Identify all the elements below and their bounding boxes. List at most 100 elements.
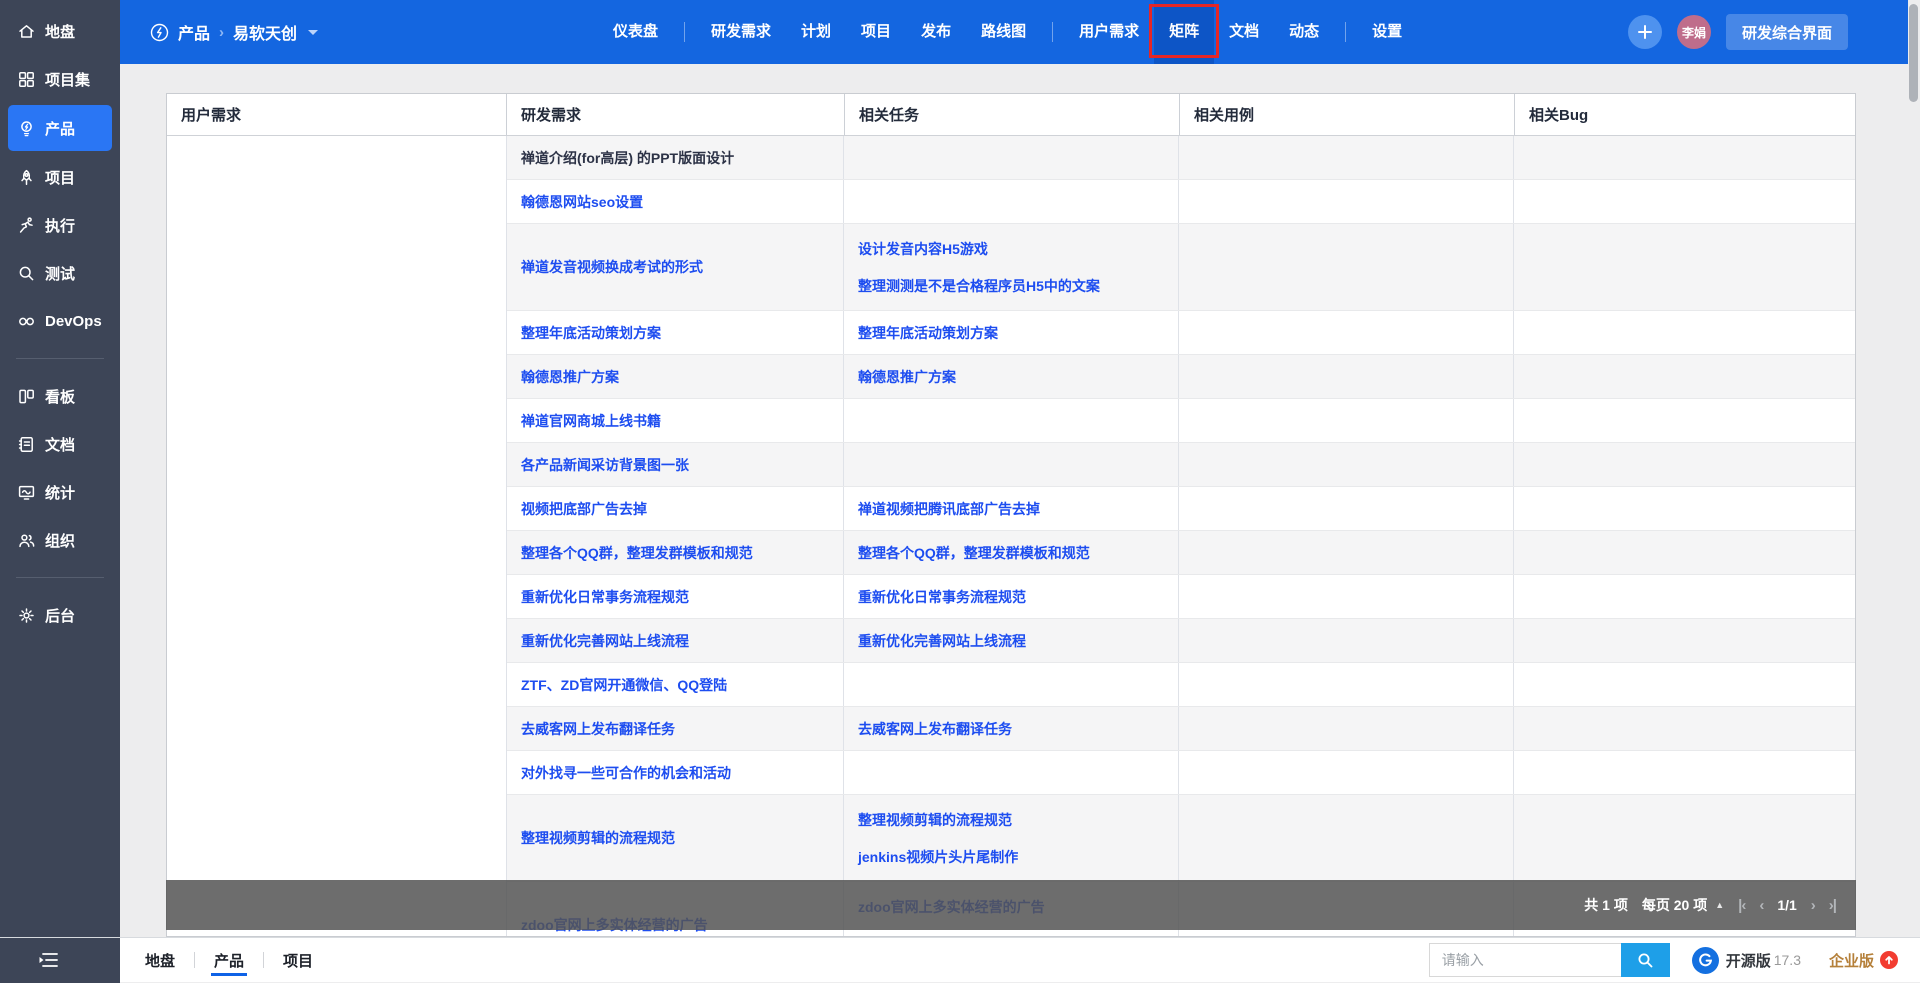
story-link[interactable]: 重新优化日常事务流程规范 (521, 587, 829, 607)
task-link[interactable]: 设计发音内容H5游戏 (858, 239, 1164, 259)
sidebar-item-label: 文档 (45, 434, 75, 455)
story-link[interactable]: 翰德恩网站seo设置 (521, 192, 829, 212)
bottom-bar: 地盘产品项目 开源版 17.3 企业版 (0, 937, 1920, 982)
sidebar-item-后台[interactable]: 后台 (0, 591, 120, 639)
nav-item-发布[interactable]: 发布 (906, 0, 966, 64)
bug-cell (1514, 443, 1855, 486)
prev-page-button[interactable]: ‹ (1759, 897, 1763, 914)
table-row: 视频把底部广告去掉 禅道视频把腾讯底部广告去掉 (507, 487, 1855, 531)
tab-项目[interactable]: 项目 (264, 938, 332, 983)
next-page-button[interactable]: › (1811, 897, 1815, 914)
task-cell: 重新优化完善网站上线流程 (844, 619, 1179, 662)
horizontal-scrollbar-overlay[interactable]: 共 1 项 每页 20 项 ▲ |‹ ‹ 1/1 › ›| (166, 880, 1856, 930)
nav-item-计划[interactable]: 计划 (786, 0, 846, 64)
nav-item-设置[interactable]: 设置 (1357, 0, 1417, 64)
nav-item-用户需求[interactable]: 用户需求 (1064, 0, 1154, 64)
gear-icon (17, 606, 36, 625)
task-link[interactable]: 去威客网上发布翻译任务 (858, 719, 1164, 739)
table-row: 对外找寻一些可合作的机会和活动 (507, 751, 1855, 795)
last-page-button[interactable]: ›| (1829, 897, 1836, 914)
nav-item-仪表盘[interactable]: 仪表盘 (598, 0, 673, 64)
story-link[interactable]: 整理视频剪辑的流程规范 (521, 828, 829, 848)
table-row: 重新优化日常事务流程规范 重新优化日常事务流程规范 (507, 575, 1855, 619)
sidebar-item-label: 看板 (45, 386, 75, 407)
tab-label: 项目 (283, 950, 313, 971)
sidebar-item-DevOps[interactable]: DevOps (0, 297, 120, 345)
case-cell (1179, 619, 1514, 662)
story-link[interactable]: 禅道官网商城上线书籍 (521, 411, 829, 431)
table-row: 禅道官网商城上线书籍 (507, 399, 1855, 443)
story-link[interactable]: 禅道发音视频换成考试的形式 (521, 257, 829, 277)
search-button[interactable] (1621, 943, 1670, 977)
case-cell (1179, 751, 1514, 794)
story-link[interactable]: 整理年底活动策划方案 (521, 323, 829, 343)
task-link[interactable]: linux持续集成视频发布各平台 (858, 934, 1164, 937)
sidebar-item-统计[interactable]: 统计 (0, 468, 120, 516)
case-cell (1179, 399, 1514, 442)
sidebar-item-文档[interactable]: 文档 (0, 420, 120, 468)
user-avatar[interactable]: 李娟 (1677, 15, 1711, 49)
tab-label: 地盘 (145, 950, 175, 971)
pagination-per-page[interactable]: 每页 20 项 (1642, 895, 1707, 915)
sidebar-item-产品[interactable]: 产品 (8, 105, 112, 151)
story-link[interactable]: 去威客网上发布翻译任务 (521, 719, 829, 739)
create-button[interactable] (1628, 15, 1662, 49)
task-link[interactable]: 重新优化日常事务流程规范 (858, 587, 1164, 607)
breadcrumb-product-switcher[interactable]: 易软天创 (233, 20, 297, 44)
nav-item-动态[interactable]: 动态 (1274, 0, 1334, 64)
story-link[interactable]: 重新优化完善网站上线流程 (521, 631, 829, 651)
menu-fold-icon (38, 950, 60, 970)
sidebar-item-执行[interactable]: 执行 (0, 201, 120, 249)
bottom-bar-right: 开源版 17.3 企业版 (1429, 943, 1898, 977)
vertical-scrollbar-thumb[interactable] (1909, 4, 1918, 102)
nav-item-项目[interactable]: 项目 (846, 0, 906, 64)
nav-item-矩阵[interactable]: 矩阵 (1154, 0, 1214, 64)
sidebar-item-项目[interactable]: 项目 (0, 153, 120, 201)
caret-up-icon[interactable]: ▲ (1715, 900, 1724, 910)
case-cell (1179, 663, 1514, 706)
task-cell (844, 663, 1179, 706)
task-link[interactable]: 禅道视频把腾讯底部广告去掉 (858, 499, 1164, 519)
task-link[interactable]: 整理测测是不是合格程序员H5中的文案 (858, 276, 1164, 296)
column-header-研发需求: 研发需求 (507, 94, 845, 135)
column-header-相关Bug: 相关Bug (1515, 94, 1855, 135)
story-link[interactable]: ZTF、ZD官网开通微信、QQ登陆 (521, 675, 829, 695)
workbench-button[interactable]: 研发综合界面 (1726, 14, 1848, 50)
nav-divider (684, 22, 685, 42)
plus-icon (1637, 24, 1653, 40)
first-page-button[interactable]: |‹ (1738, 897, 1745, 914)
story-link[interactable]: 对外找寻一些可合作的机会和活动 (521, 763, 829, 783)
bug-cell (1514, 619, 1855, 662)
nav-item-路线图[interactable]: 路线图 (966, 0, 1041, 64)
story-link[interactable]: 视频把底部广告去掉 (521, 499, 829, 519)
task-link[interactable]: 整理视频剪辑的流程规范 (858, 810, 1164, 830)
story-link[interactable]: 翰德恩推广方案 (521, 367, 829, 387)
task-link[interactable]: 翰德恩推广方案 (858, 367, 1164, 387)
task-link[interactable]: 重新优化完善网站上线流程 (858, 631, 1164, 651)
story-link[interactable]: 各产品新闻采访背景图一张 (521, 455, 829, 475)
task-link[interactable]: 整理年底活动策划方案 (858, 323, 1164, 343)
bug-cell (1514, 575, 1855, 618)
sidebar-item-测试[interactable]: 测试 (0, 249, 120, 297)
zentao-brand[interactable]: 开源版 17.3 (1692, 947, 1801, 974)
tab-产品[interactable]: 产品 (195, 938, 263, 983)
sidebar-item-组织[interactable]: 组织 (0, 516, 120, 564)
nav-item-研发需求[interactable]: 研发需求 (696, 0, 786, 64)
upgrade-link[interactable]: 企业版 (1829, 950, 1898, 971)
case-cell (1179, 707, 1514, 750)
breadcrumb-section[interactable]: 产品 (178, 20, 210, 44)
nav-divider (1052, 22, 1053, 42)
nav-item-文档[interactable]: 文档 (1214, 0, 1274, 64)
task-link[interactable]: 整理各个QQ群，整理发群模板和规范 (858, 543, 1164, 563)
story-link[interactable]: 整理各个QQ群，整理发群模板和规范 (521, 543, 829, 563)
sidebar-item-看板[interactable]: 看板 (0, 372, 120, 420)
sidebar-collapse-button[interactable] (0, 937, 120, 982)
search-input[interactable] (1429, 943, 1621, 977)
tab-地盘[interactable]: 地盘 (126, 938, 194, 983)
breadcrumb[interactable]: 产品 › 易软天创 (150, 20, 318, 44)
sidebar-item-地盘[interactable]: 地盘 (0, 7, 120, 55)
upgrade-label[interactable]: 企业版 (1829, 950, 1874, 971)
task-cell: 翰德恩推广方案 (844, 355, 1179, 398)
sidebar-item-项目集[interactable]: 项目集 (0, 55, 120, 103)
task-link[interactable]: jenkins视频片头片尾制作 (858, 847, 1164, 867)
